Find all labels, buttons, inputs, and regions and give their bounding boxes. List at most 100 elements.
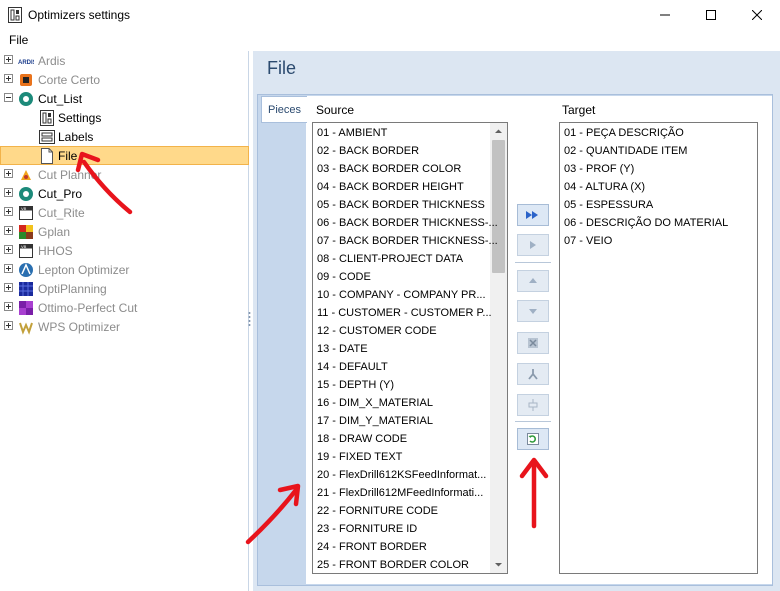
expand-icon[interactable] <box>4 207 13 216</box>
expand-icon[interactable] <box>4 226 13 235</box>
expand-icon[interactable] <box>4 302 13 311</box>
source-list-item[interactable]: 14 - DEFAULT <box>317 358 388 376</box>
wps-icon <box>18 319 34 335</box>
splitter-handle[interactable] <box>248 311 251 327</box>
tree-item-labels[interactable]: Labels <box>0 127 249 146</box>
target-list-item[interactable]: 03 - PROF (Y) <box>564 160 634 178</box>
expand-icon[interactable] <box>4 169 13 178</box>
cut-rite-icon: VB <box>18 205 34 221</box>
tree-item-settings[interactable]: Settings <box>0 108 249 127</box>
refresh-button[interactable] <box>517 428 549 450</box>
source-list-item[interactable]: 07 - BACK BORDER THICKNESS-... <box>317 232 498 250</box>
split-button[interactable] <box>517 363 549 385</box>
close-icon <box>752 10 762 20</box>
tree-item-label: File <box>58 149 78 163</box>
button-separator <box>515 262 551 263</box>
source-list-item[interactable]: 03 - BACK BORDER COLOR <box>317 160 461 178</box>
target-list-item[interactable]: 04 - ALTURA (X) <box>564 178 645 196</box>
expand-icon[interactable] <box>4 283 13 292</box>
tree-item-label: Cut_List <box>38 92 83 106</box>
source-list-item[interactable]: 18 - DRAW CODE <box>317 430 407 448</box>
scroll-down-icon[interactable] <box>494 560 503 569</box>
tree-item-ardis[interactable]: ARDIS Ardis <box>0 51 249 70</box>
tree-item-label: Lepton Optimizer <box>38 263 130 277</box>
source-list-item[interactable]: 08 - CLIENT-PROJECT DATA <box>317 250 463 268</box>
target-list-item[interactable]: 05 - ESPESSURA <box>564 196 653 214</box>
tree-item-cut-pro[interactable]: Cut_Pro <box>0 184 249 203</box>
collapse-icon[interactable] <box>4 93 13 102</box>
tree-item-gplan[interactable]: Gplan <box>0 222 249 241</box>
tree-item-corte-certo[interactable]: Corte Certo <box>0 70 249 89</box>
cut-list-icon <box>18 91 34 107</box>
merge-button[interactable] <box>517 394 549 416</box>
tree-item-hhos[interactable]: VB HHOS <box>0 241 249 260</box>
scroll-thumb[interactable] <box>492 140 505 273</box>
source-list-item[interactable]: 19 - FIXED TEXT <box>317 448 402 466</box>
tree-item-label: HHOS <box>38 244 73 258</box>
expand-icon[interactable] <box>4 264 13 273</box>
corte-certo-icon <box>18 72 34 88</box>
remove-icon <box>528 338 538 348</box>
move-all-right-button[interactable] <box>517 204 549 226</box>
expand-icon[interactable] <box>4 245 13 254</box>
scroll-up-icon[interactable] <box>494 127 503 136</box>
tree-item-cut-rite[interactable]: VB Cut_Rite <box>0 203 249 222</box>
tree-item-optiplanning[interactable]: OptiPlanning <box>0 279 249 298</box>
tree-item-ottimo-perfect-cut[interactable]: Ottimo-Perfect Cut <box>0 298 249 317</box>
source-list-item[interactable]: 12 - CUSTOMER CODE <box>317 322 437 340</box>
source-list-item[interactable]: 06 - BACK BORDER THICKNESS-... <box>317 214 498 232</box>
optiplanning-icon <box>18 281 34 297</box>
tab-pieces[interactable]: Pieces <box>261 96 307 123</box>
merge-icon <box>528 399 538 411</box>
ottimo-icon <box>18 300 34 316</box>
source-list-item[interactable]: 23 - FORNITURE ID <box>317 520 417 538</box>
menu-file[interactable]: File <box>9 33 28 47</box>
expand-icon[interactable] <box>4 74 13 83</box>
source-list-item[interactable]: 21 - FlexDrill612MFeedInformati... <box>317 484 483 502</box>
move-up-button[interactable] <box>517 270 549 292</box>
target-list-item[interactable]: 06 - DESCRIÇÃO DO MATERIAL <box>564 214 728 232</box>
source-list-item[interactable]: 15 - DEPTH (Y) <box>317 376 394 394</box>
source-list-item[interactable]: 02 - BACK BORDER <box>317 142 419 160</box>
tree-item-label: Cut Planner <box>38 168 102 182</box>
maximize-button[interactable] <box>688 0 734 30</box>
source-list-item[interactable]: 24 - FRONT BORDER <box>317 538 427 556</box>
tree-item-lepton-optimizer[interactable]: Lepton Optimizer <box>0 260 249 279</box>
source-list-item[interactable]: 11 - CUSTOMER - CUSTOMER P... <box>317 304 492 322</box>
move-down-button[interactable] <box>517 300 549 322</box>
source-list[interactable]: 01 - AMBIENT 02 - BACK BORDER 03 - BACK BO… <box>312 122 508 574</box>
expand-icon[interactable] <box>4 55 13 64</box>
move-right-button[interactable] <box>517 234 549 256</box>
svg-text:VB: VB <box>21 244 27 249</box>
target-list-item[interactable]: 07 - VEIO <box>564 232 612 250</box>
source-list-item[interactable]: 01 - AMBIENT <box>317 124 387 142</box>
tree-item-file[interactable]: File <box>0 146 249 165</box>
source-header: Source <box>316 103 355 117</box>
source-list-item[interactable]: 25 - FRONT BORDER COLOR <box>317 556 469 573</box>
target-header: Target <box>562 103 596 117</box>
expand-icon[interactable] <box>4 188 13 197</box>
tree-item-cut-planner[interactable]: Cut Planner <box>0 165 249 184</box>
tree-item-label: OptiPlanning <box>38 282 107 296</box>
minimize-button[interactable] <box>642 0 688 30</box>
source-list-item[interactable]: 04 - BACK BORDER HEIGHT <box>317 178 464 196</box>
window-title: Optimizers settings <box>28 8 131 22</box>
close-button[interactable] <box>734 0 780 30</box>
target-list[interactable]: 01 - PEÇA DESCRIÇÃO 02 - QUANTIDADE ITEM 0… <box>559 122 758 574</box>
expand-icon[interactable] <box>4 321 13 330</box>
source-list-item[interactable]: 05 - BACK BORDER THICKNESS <box>317 196 485 214</box>
tree-item-wps-optimizer[interactable]: WPS Optimizer <box>0 317 249 336</box>
source-list-item[interactable]: 10 - COMPANY - COMPANY PR... <box>317 286 486 304</box>
tree-item-cut-list[interactable]: Cut_List <box>0 89 249 108</box>
remove-button[interactable] <box>517 332 549 354</box>
source-list-item[interactable]: 22 - FORNITURE CODE <box>317 502 438 520</box>
source-list-item[interactable]: 13 - DATE <box>317 340 368 358</box>
target-list-item[interactable]: 01 - PEÇA DESCRIÇÃO <box>564 124 684 142</box>
source-list-item[interactable]: 17 - DIM_Y_MATERIAL <box>317 412 433 430</box>
split-icon <box>528 369 538 380</box>
target-list-item[interactable]: 02 - QUANTIDADE ITEM <box>564 142 687 160</box>
source-list-item[interactable]: 16 - DIM_X_MATERIAL <box>317 394 433 412</box>
source-list-item[interactable]: 20 - FlexDrill612KSFeedInformat... <box>317 466 486 484</box>
source-scrollbar[interactable] <box>490 123 507 573</box>
source-list-item[interactable]: 09 - CODE <box>317 268 371 286</box>
